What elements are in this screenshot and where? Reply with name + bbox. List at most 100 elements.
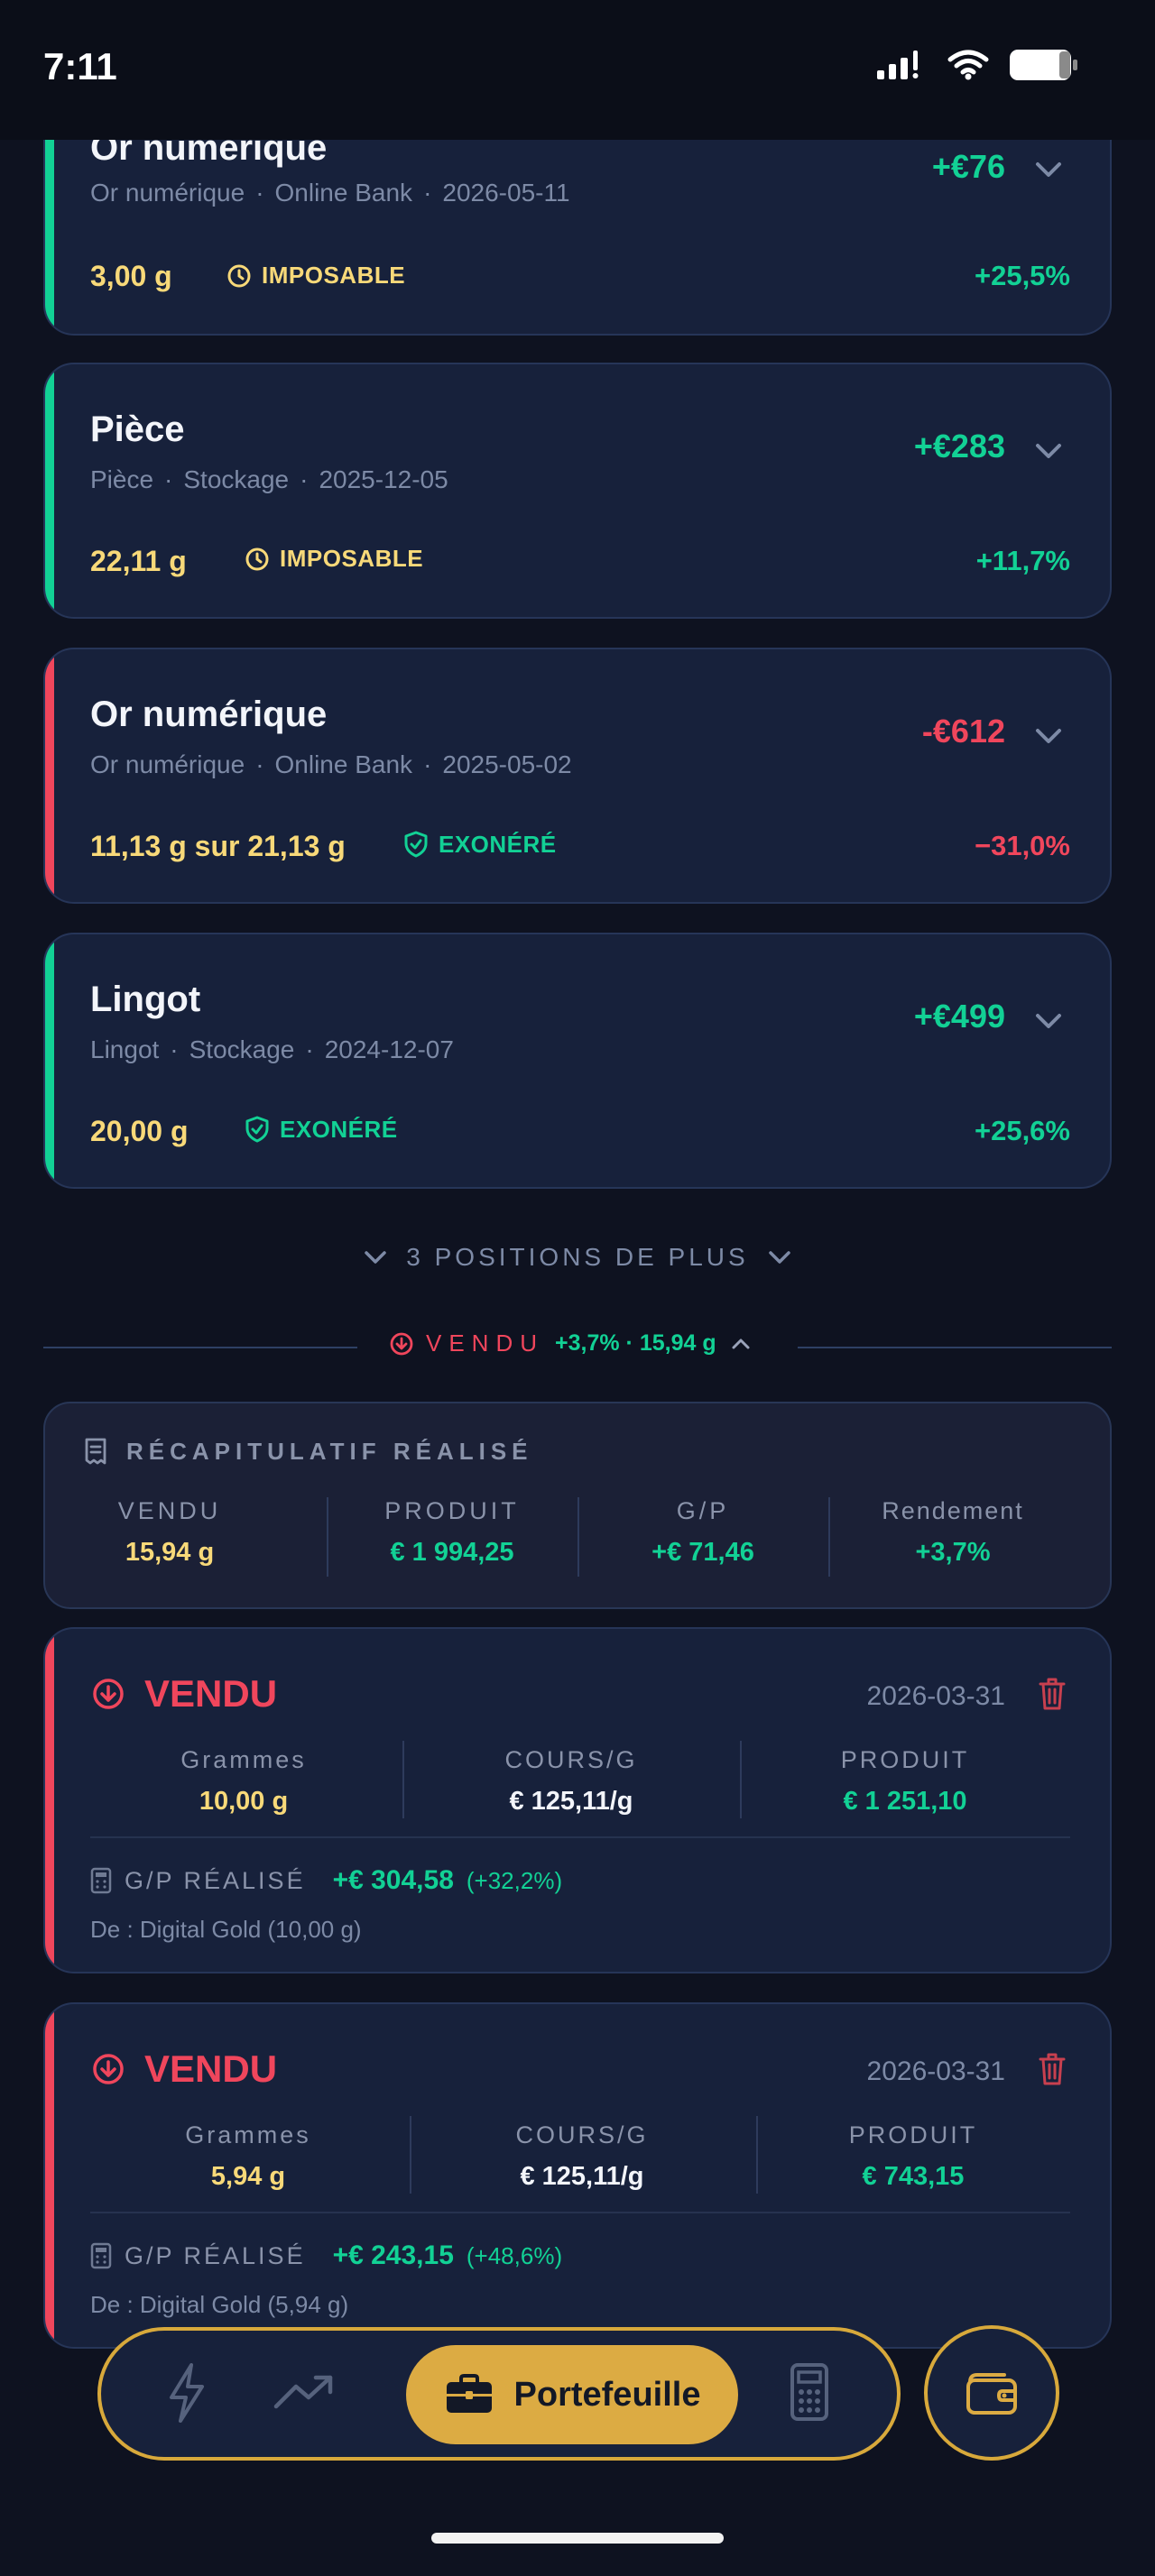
sale-grams: Grammes 10,00 g	[90, 1746, 397, 1817]
sale-title: VENDU	[144, 2047, 278, 2090]
loss-accent-bar	[45, 649, 54, 902]
summary-label: PRODUIT	[384, 1497, 520, 1524]
sale-title: VENDU	[144, 1672, 278, 1715]
sale-label: PRODUIT	[848, 2121, 978, 2148]
sale-value: € 743,15	[862, 2162, 965, 2191]
position-date: 2025-05-02	[442, 750, 572, 778]
home-indicator[interactable]	[431, 2533, 724, 2544]
portfolio-screen: 7:11 Or numérique Or numérique · Online …	[0, 0, 1155, 2576]
chevron-down-icon[interactable]	[1030, 718, 1067, 754]
receipt-icon	[85, 1438, 106, 1465]
gp-value: +€ 243,15	[332, 2240, 454, 2270]
gp-value: +€ 304,58	[332, 1865, 454, 1895]
sale-source: De : Digital Gold (5,94 g)	[90, 2291, 349, 2318]
chevron-down-icon[interactable]	[1030, 433, 1067, 469]
bottom-nav: Portefeuille	[97, 2327, 901, 2461]
position-type: Or numérique	[90, 750, 245, 778]
sale-card[interactable]: VENDU 2026-03-31 Grammes 5,94 g COURS/G …	[43, 2002, 1112, 2349]
briefcase-icon	[446, 2374, 492, 2413]
summary-gp: G/P +€ 71,46	[578, 1497, 827, 1568]
more-positions-label: 3 POSITIONS DE PLUS	[406, 1243, 749, 1271]
position-meta: Lingot · Stockage · 2024-12-07	[90, 1035, 454, 1063]
tax-badge: IMPOSABLE	[226, 262, 405, 290]
chevron-down-icon	[768, 1251, 790, 1264]
position-name: Pièce	[90, 409, 185, 449]
position-meta: Pièce · Stockage · 2025-12-05	[90, 465, 448, 493]
wifi-icon	[947, 50, 989, 80]
gp-label: G/P RÉALISÉ	[125, 1866, 306, 1894]
sale-card[interactable]: VENDU 2026-03-31 Grammes 10,00 g COURS/G…	[43, 1627, 1112, 1973]
sold-section-header: VENDU +3,7% · 15,94 g	[388, 1329, 767, 1357]
battery-icon	[1010, 50, 1077, 80]
sale-rate: COURS/G € 125,11/g	[411, 2121, 753, 2192]
position-card[interactable]: Lingot Lingot · Stockage · 2024-12-07 +€499 …	[43, 933, 1112, 1189]
show-more-positions-button[interactable]: 3 POSITIONS DE PLUS	[0, 1243, 1155, 1272]
sale-label: COURS/G	[515, 2121, 649, 2148]
position-place: Stockage	[189, 1035, 295, 1063]
sale-label: Grammes	[180, 1746, 307, 1773]
chevron-down-icon[interactable]	[1030, 1003, 1067, 1039]
position-grams: 3,00 g	[90, 260, 172, 292]
realized-summary: RÉCAPITULATIF RÉALISÉ VENDU 15,94 g PROD…	[43, 1402, 1112, 1609]
trend-icon[interactable]	[263, 2352, 345, 2433]
position-grams: 11,13 g sur 21,13 g	[90, 830, 346, 862]
signal-icon	[877, 51, 919, 79]
summary-proceeds: PRODUIT € 1 994,25	[328, 1497, 577, 1568]
sold-summary: +3,7% · 15,94 g	[555, 1330, 716, 1356]
shield-check-icon	[404, 831, 428, 858]
chevron-down-icon[interactable]	[1030, 152, 1067, 188]
chevron-up-icon	[732, 1339, 750, 1348]
tax-status: IMPOSABLE	[262, 262, 406, 289]
sale-label: PRODUIT	[840, 1746, 970, 1773]
sale-header: VENDU	[90, 1672, 277, 1716]
arrow-down-circle-icon	[93, 1679, 124, 1709]
position-place: Online Bank	[274, 179, 413, 207]
summary-value: 15,94 g	[125, 1538, 215, 1567]
sale-proceeds: PRODUIT € 1 251,10	[742, 1746, 1068, 1817]
position-place: Stockage	[183, 465, 290, 493]
wallet-icon	[966, 2373, 1017, 2415]
arrow-down-circle-icon	[390, 1332, 413, 1355]
gp-percent: (+32,2%)	[466, 1866, 563, 1894]
tax-status: IMPOSABLE	[280, 545, 424, 572]
tax-badge: EXONÉRÉ	[244, 1115, 398, 1144]
position-card[interactable]: Or numérique Or numérique · Online Bank · 20…	[43, 106, 1112, 336]
sold-section-toggle[interactable]: VENDU +3,7% · 15,94 g	[43, 1329, 1112, 1366]
wallet-button[interactable]	[924, 2325, 1059, 2461]
position-pl: +€283	[913, 428, 1005, 465]
bolt-icon[interactable]	[146, 2352, 227, 2433]
status-bar: 7:11	[0, 0, 1155, 140]
position-grams: 20,00 g	[90, 1115, 189, 1147]
divider-line	[798, 1347, 1112, 1348]
position-type: Lingot	[90, 1035, 160, 1063]
summary-label: G/P	[676, 1497, 730, 1524]
calculator-icon	[90, 1867, 112, 1894]
nav-active-label: Portefeuille	[513, 2375, 701, 2414]
gp-label: G/P RÉALISÉ	[125, 2241, 306, 2269]
gp-percent: (+48,6%)	[466, 2241, 563, 2269]
position-card[interactable]: Or numérique Or numérique · Online Bank · 20…	[43, 648, 1112, 904]
nav-portfolio-tab[interactable]: Portefeuille	[406, 2345, 738, 2444]
summary-sold: VENDU 15,94 g	[45, 1497, 294, 1568]
trash-icon[interactable]	[1034, 1674, 1070, 1714]
clock-icon	[245, 547, 269, 570]
position-pl: -€612	[921, 713, 1005, 750]
position-place: Online Bank	[274, 750, 413, 778]
sale-grams: Grammes 5,94 g	[90, 2121, 406, 2192]
loss-accent-bar	[45, 1629, 54, 1972]
calculator-icon[interactable]	[769, 2352, 850, 2433]
status-time: 7:11	[43, 45, 117, 87]
status-icons	[877, 49, 1079, 81]
position-card[interactable]: Pièce Pièce · Stockage · 2025-12-05 +€283 22…	[43, 363, 1112, 619]
position-grams: 22,11 g	[90, 545, 187, 577]
position-pct: +25,6%	[974, 1115, 1070, 1146]
arrow-down-circle-icon	[93, 2054, 124, 2084]
summary-label: VENDU	[117, 1497, 222, 1524]
position-pct: −31,0%	[974, 830, 1070, 861]
position-type: Or numérique	[90, 179, 245, 207]
position-date: 2026-05-11	[442, 179, 570, 207]
trash-icon[interactable]	[1034, 2049, 1070, 2089]
gain-accent-bar	[45, 934, 54, 1187]
sold-label: VENDU	[426, 1329, 545, 1357]
realized-gp-row: G/P RÉALISÉ +€ 304,58 (+32,2%)	[90, 1865, 562, 1896]
